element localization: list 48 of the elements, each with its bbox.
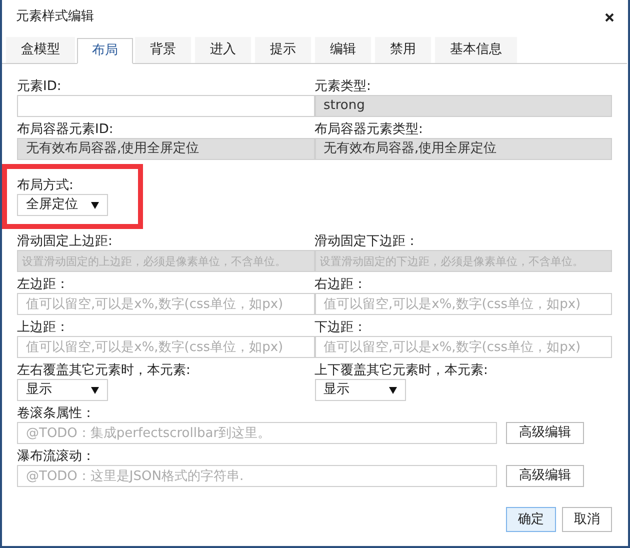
text-field[interactable]: @TODO：集成perfectscrollbar到这里。 [17, 422, 497, 444]
readonly-field: 无有效布局容器,使用全屏定位 [314, 138, 612, 160]
caret-icon [388, 386, 396, 394]
field-label: 右边距： [314, 276, 368, 293]
field-label: 卷滚条属性： [17, 405, 96, 422]
close-icon[interactable] [605, 12, 614, 22]
cancel-button[interactable]: 取消 [562, 507, 612, 532]
tab[interactable]: 布局 [77, 38, 133, 64]
confirm-button[interactable]: 确定 [506, 507, 556, 532]
dropdown[interactable]: 显示 [17, 379, 108, 401]
advanced-edit-button[interactable]: 高级编辑 [506, 465, 584, 487]
readonly-field: strong [314, 95, 612, 117]
text-field[interactable] [17, 95, 314, 117]
field-label: 瀑布流滚动： [17, 448, 96, 465]
field-label: 布局容器元素类型: [314, 121, 424, 138]
window-title: 元素样式编辑 [16, 8, 94, 26]
dropdown[interactable]: 显示 [314, 379, 406, 401]
tab[interactable]: 基本信息 [435, 37, 517, 63]
readonly-field: 无有效布局容器,使用全屏定位 [17, 138, 314, 160]
field-label: 上下覆盖其它元素时，本元素: [314, 362, 489, 379]
advanced-edit-button[interactable]: 高级编辑 [506, 422, 584, 444]
text-field[interactable]: @TODO：这里是JSON格式的字符串. [17, 465, 497, 487]
dropdown-value: 显示 [26, 381, 52, 400]
tab[interactable]: 盒模型 [6, 37, 75, 63]
dropdown-value: 显示 [324, 381, 350, 400]
field-label: 布局容器元素ID: [17, 121, 114, 138]
field-label: 左右覆盖其它元素时，本元素: [17, 362, 192, 379]
text-field[interactable]: 值可以留空,可以是x%,数字(css单位，如px) [17, 293, 314, 315]
field-label: 下边距： [314, 319, 368, 336]
text-field[interactable]: 值可以留空,可以是x%,数字(css单位，如px) [314, 336, 612, 358]
caret-icon [91, 202, 99, 208]
field-label: 上边距： [17, 319, 70, 336]
tab[interactable]: 提示 [255, 37, 311, 63]
tab[interactable]: 禁用 [375, 37, 431, 63]
field-label: 元素ID: [17, 78, 62, 95]
field-label: 左边距： [17, 276, 70, 293]
caret-icon [91, 386, 99, 394]
dropdown-value: 全屏定位 [26, 196, 78, 214]
tab[interactable]: 编辑 [315, 37, 371, 63]
field-label: 滑动固定下边距： [314, 233, 420, 250]
dropdown[interactable]: 全屏定位 [17, 194, 108, 216]
field-label: 布局方式: [17, 177, 74, 194]
tab[interactable]: 进入 [195, 37, 251, 63]
field-label: 滑动固定上边距: [17, 233, 114, 250]
field-label: 元素类型: [314, 78, 372, 95]
tab[interactable]: 背景 [135, 37, 191, 63]
text-field[interactable]: 值可以留空,可以是x%,数字(css单位，如px) [314, 293, 612, 315]
text-field[interactable]: 值可以留空,可以是x%,数字(css单位，如px) [17, 336, 314, 358]
